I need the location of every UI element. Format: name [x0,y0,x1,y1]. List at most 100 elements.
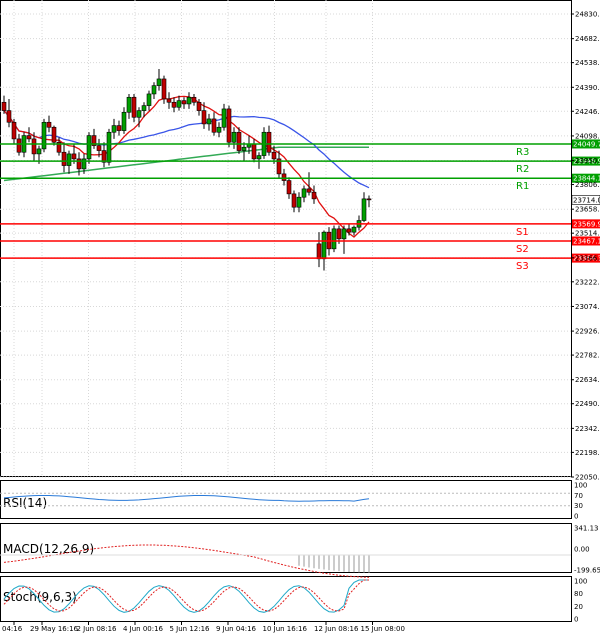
candle-body [11,121,17,140]
indicator-axis-label: 30 [574,502,583,510]
x-tick-label: 5 Jun 12:16 [170,625,211,633]
indicator-axis-label: 100 [574,482,587,490]
candle-body [46,121,52,128]
candle-body [51,126,57,143]
candle-body [186,96,192,105]
x-tick-label: 4 Jun 00:16 [123,625,164,633]
x-tick-label: 12 Jun 08:16 [314,625,359,633]
y-tick-label: 22490.0 [575,400,600,408]
candle-body [161,78,167,100]
candle-body [66,153,72,166]
y-tick-label: 22050.0 [575,474,600,482]
y-tick-label: 23074.0 [575,303,600,311]
x-tick-label: 04:16 [2,625,23,633]
y-tick-label: 24098.0 [575,132,600,140]
candle-body [171,101,177,108]
x-tick-label: 15 Jun 08:00 [361,625,405,633]
candle-body [176,100,182,108]
candle-body [96,145,102,151]
candle-body [116,125,122,131]
y-tick-label: 23222.0 [575,278,600,286]
candle-body [71,153,77,160]
candle-body [26,135,32,140]
y-tick-label: 22342.0 [575,425,600,433]
candle-body [301,188,307,198]
candle-body [6,110,12,123]
candle-body [206,118,212,125]
indicator-axis-label: 100 [574,578,587,586]
candle-body [1,101,7,111]
candle-body [306,188,312,193]
candle-body [291,193,297,208]
y-tick-label: 24538.0 [575,59,600,67]
candle-body [86,135,92,160]
indicator-axis-label: 80 [574,590,583,598]
x-tick-label: 10 Jun 16:16 [263,625,308,633]
y-tick-label: 24246.0 [575,108,600,116]
candle-body [321,231,327,260]
candle-body [331,228,337,250]
candle-body [341,228,347,240]
candle-body [216,126,222,133]
price-axis: 24830.0 24682.0 24538.0 24390.0 24246.0 24098… [571,11,600,482]
candle-body [156,78,162,86]
candle-body [191,96,197,103]
candle-body [226,108,232,143]
rsi-panel [0,480,572,519]
time-axis: 04:16 29 May 16:162 Jun 08:16 4 Jun 00:16 5… [2,622,405,633]
candle-body [296,196,302,208]
candle-body [196,101,202,111]
y-tick-label: 23950.0 [575,157,600,165]
candle-body [141,105,147,111]
x-tick-label: 2 Jun 08:16 [77,625,118,633]
candle-body [221,108,227,128]
y-tick-label: 24390.0 [575,84,600,92]
level-name-r1: R1 [516,181,529,192]
indicator-axis-label: 20 [574,603,583,611]
candle-body [136,110,142,118]
candle-body [36,148,42,155]
candle-body [316,243,322,260]
y-tick-label: 23806.0 [575,181,600,189]
level-name-r3: R3 [516,147,529,158]
candle-body [336,228,342,240]
y-tick-label: 22634.0 [575,376,600,384]
indicator-axis-label: 70 [574,492,583,500]
y-tick-label: 23514.0 [575,230,600,238]
candle-body [281,173,287,181]
candle-body [121,111,127,131]
candle-body [181,100,187,105]
indicator-axis-label: -199.65 [574,567,600,575]
candle-body [266,131,272,153]
indicator-axis-label: 0 [574,616,578,624]
candle-body [351,226,357,233]
y-tick-label: 22782.0 [575,352,600,360]
candle-body [361,198,367,221]
candle-body [241,146,247,151]
candle-body [126,96,132,113]
indicator-axis-label: 0 [574,513,578,521]
candle-body [151,85,157,95]
price-chart: R324049.7R223946.9R123844.1S123569.9S223… [0,0,600,633]
indicator-label: RSI(14) [3,496,47,510]
current-price-label: 23714.0 [573,196,600,204]
candle-body [201,110,207,125]
main-panel [0,0,572,477]
level-price-label: 23467.1 [573,237,600,245]
y-tick-label: 23658.0 [575,206,600,214]
candle-body [271,151,277,160]
level-name-s1: S1 [516,227,529,238]
y-tick-label: 24830.0 [575,11,600,19]
candle-body [41,121,47,150]
candle-body [346,228,352,233]
level-name-s3: S3 [516,261,529,272]
level-price-label: 23569.9 [573,220,600,228]
candle-body [236,131,242,151]
indicator-label: Stoch(9,6,3) [3,590,77,604]
candle-body [256,155,262,160]
x-tick-label: 9 Jun 04:16 [216,625,257,633]
indicator-axis-label: 0.00 [574,546,590,554]
candle-body [166,98,172,103]
candle-body [31,138,37,155]
candle-body [61,151,67,166]
